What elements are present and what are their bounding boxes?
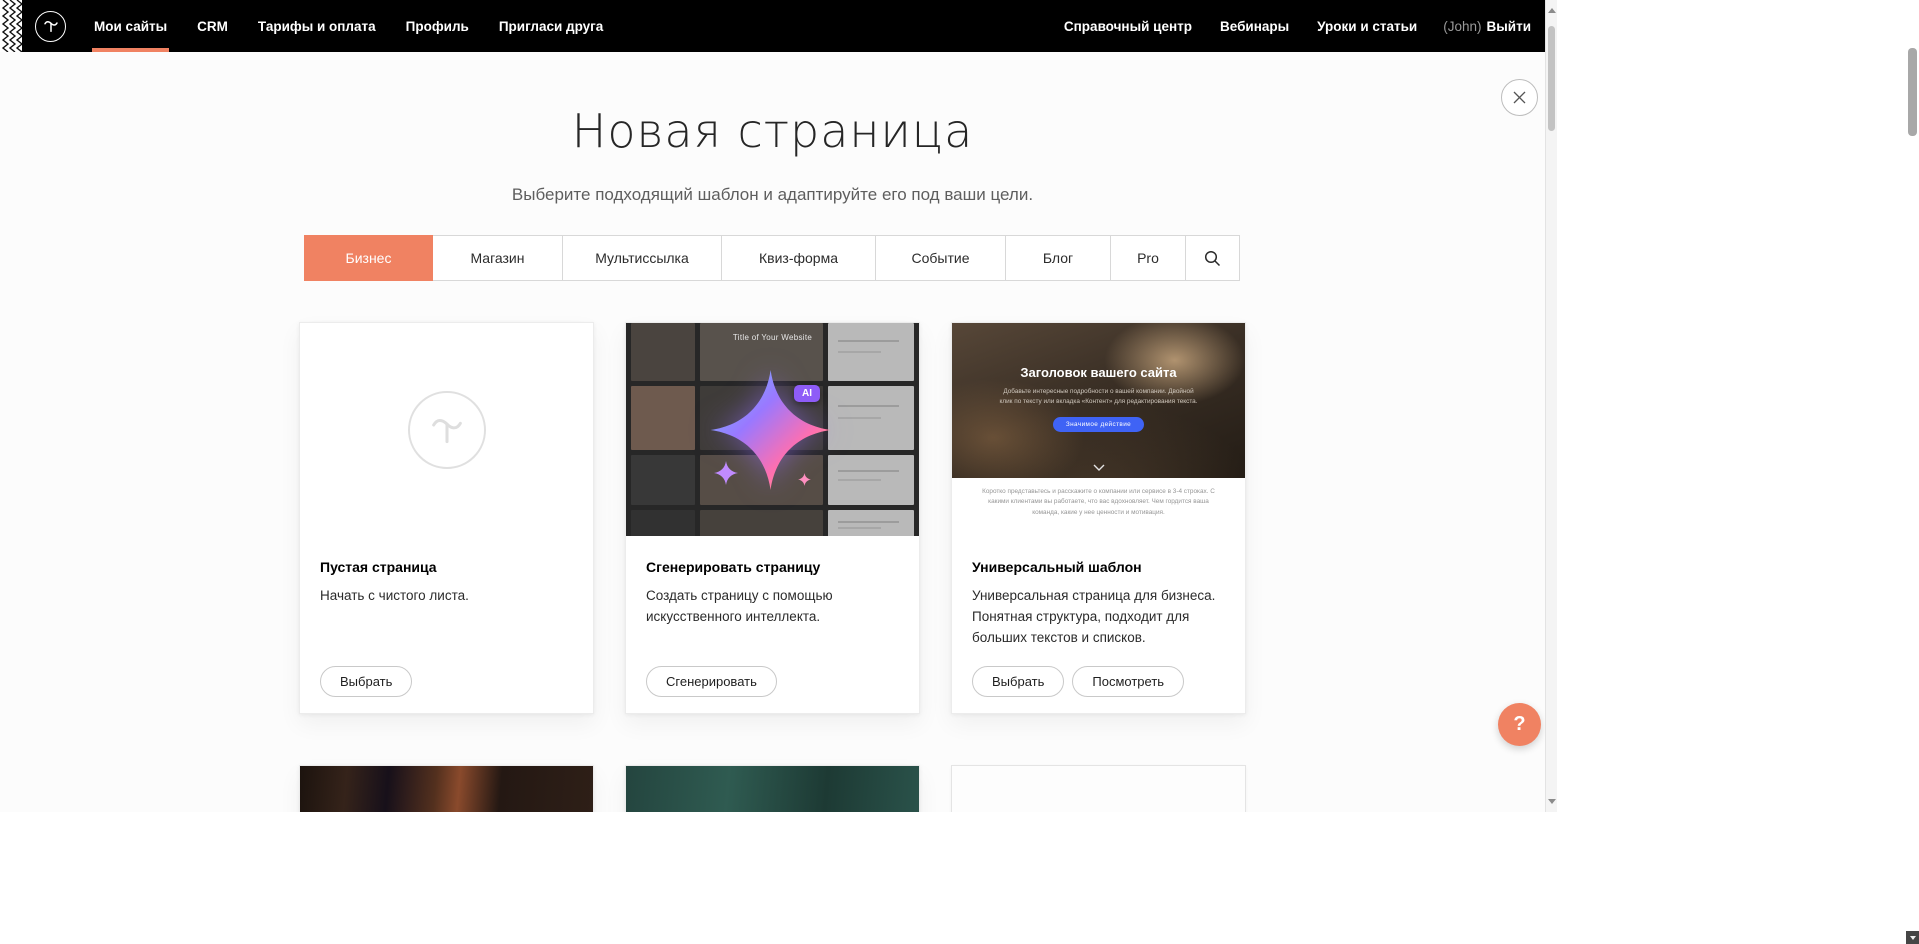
template-card-partial[interactable] xyxy=(625,765,920,812)
outer-scroll-down-arrow[interactable] xyxy=(1906,931,1919,944)
ai-preview: Title of Your Website AI xyxy=(626,323,919,536)
tilda-logo[interactable] xyxy=(35,11,66,42)
choose-button[interactable]: Выбрать xyxy=(320,666,412,697)
template-hero: Заголовок вашего сайта Добавьте интересн… xyxy=(952,323,1245,478)
template-card-partial[interactable] xyxy=(299,765,594,812)
zigzag-pattern-icon xyxy=(0,0,22,52)
card-title: Универсальный шаблон xyxy=(972,559,1225,575)
close-icon xyxy=(1512,90,1527,105)
tab-multilink[interactable]: Мультиссылка xyxy=(562,235,722,281)
choose-button[interactable]: Выбрать xyxy=(972,666,1064,697)
nav-label: Профиль xyxy=(406,19,469,34)
main-nav: Мои сайты CRM Тарифы и оплата Профиль Пр… xyxy=(92,0,631,52)
card-title: Пустая страница xyxy=(320,559,573,575)
template-body-section: Коротко представьтесь и расскажите о ком… xyxy=(952,478,1245,536)
top-nav-bar: Мои сайты CRM Тарифы и оплата Профиль Пр… xyxy=(0,0,1545,52)
tab-pro[interactable]: Pro xyxy=(1110,235,1186,281)
generate-button[interactable]: Сгенерировать xyxy=(646,666,777,697)
browser-viewport: Мои сайты CRM Тарифы и оплата Профиль Пр… xyxy=(0,0,1557,812)
nav-label: Пригласи друга xyxy=(499,19,603,34)
tab-label: Событие xyxy=(912,250,970,266)
template-hero-heading: Заголовок вашего сайта xyxy=(952,323,1245,380)
tab-label: Блог xyxy=(1043,250,1073,266)
nav-label: Уроки и статьи xyxy=(1317,19,1417,34)
scrollbar[interactable] xyxy=(1545,0,1557,812)
scrollbar-thumb[interactable] xyxy=(1548,26,1555,131)
close-button[interactable] xyxy=(1501,79,1538,116)
scroll-down-arrow[interactable] xyxy=(1548,799,1556,804)
preview-button[interactable]: Посмотреть xyxy=(1072,666,1184,697)
tilda-watermark-icon xyxy=(408,391,486,469)
scroll-up-arrow[interactable] xyxy=(1548,8,1556,13)
tab-label: Мультиссылка xyxy=(595,250,689,266)
tab-search[interactable] xyxy=(1185,235,1240,281)
nav-item-help-center[interactable]: Справочный центр xyxy=(1062,0,1194,52)
card-actions: Выбрать Посмотреть xyxy=(972,666,1184,697)
outer-scrollbar[interactable] xyxy=(1906,0,1919,944)
nav-item-profile[interactable]: Профиль xyxy=(404,0,471,52)
user-logout[interactable]: (John) Выйти xyxy=(1443,19,1531,34)
template-preview-image xyxy=(952,766,1245,812)
ai-preview-title: Title of Your Website xyxy=(626,333,919,342)
template-preview-image xyxy=(626,766,919,812)
main-content: Новая страница Выберите подходящий шабло… xyxy=(0,52,1545,812)
template-grid-row1: Пустая страница Начать с чистого листа. … xyxy=(299,322,1246,714)
user-name: (John) xyxy=(1443,19,1481,34)
tab-label: Квиз-форма xyxy=(759,250,838,266)
nav-item-webinars[interactable]: Вебинары xyxy=(1218,0,1291,52)
screenshot-canvas: Мои сайты CRM Тарифы и оплата Профиль Пр… xyxy=(0,0,1919,944)
template-grid-row2 xyxy=(299,765,1246,812)
template-hero-subtext: Добавьте интересные подробности о вашей … xyxy=(996,387,1201,407)
card-body: Универсальный шаблон Универсальная стран… xyxy=(952,536,1245,649)
template-card-universal[interactable]: Заголовок вашего сайта Добавьте интересн… xyxy=(951,322,1246,714)
card-body: Пустая страница Начать с чистого листа. xyxy=(300,536,593,607)
ai-sparkle-tiny-icon xyxy=(798,473,811,486)
logout-label: Выйти xyxy=(1487,19,1532,34)
nav-item-tariffs[interactable]: Тарифы и оплата xyxy=(256,0,378,52)
universal-preview: Заголовок вашего сайта Добавьте интересн… xyxy=(952,323,1245,536)
nav-label: CRM xyxy=(197,19,228,34)
nav-item-lessons[interactable]: Уроки и статьи xyxy=(1315,0,1419,52)
search-icon xyxy=(1204,250,1221,267)
page-title: Новая страница xyxy=(0,104,1545,158)
card-description: Начать с чистого листа. xyxy=(320,586,573,607)
tab-quiz-form[interactable]: Квиз-форма xyxy=(721,235,876,281)
nav-item-invite-friend[interactable]: Пригласи друга xyxy=(497,0,605,52)
template-body-text: Коротко представьтесь и расскажите о ком… xyxy=(980,487,1218,518)
page-subtitle: Выберите подходящий шаблон и адаптируйте… xyxy=(0,185,1545,205)
secondary-nav: Справочный центр Вебинары Уроки и статьи… xyxy=(1062,0,1531,52)
nav-label: Мои сайты xyxy=(94,19,167,34)
card-body: Сгенерировать страницу Создать страницу … xyxy=(626,536,919,628)
card-description: Создать страницу с помощью искусственног… xyxy=(646,586,899,628)
ai-badge: AI xyxy=(794,385,820,402)
help-button[interactable]: ? xyxy=(1498,703,1541,746)
template-card-ai-generate[interactable]: Title of Your Website AI xyxy=(625,322,920,714)
nav-label: Справочный центр xyxy=(1064,19,1192,34)
chevron-down-icon xyxy=(1093,464,1105,471)
nav-item-my-sites[interactable]: Мои сайты xyxy=(92,0,169,52)
template-hero-cta: Значимое действие xyxy=(1053,417,1144,432)
card-actions: Выбрать xyxy=(320,666,412,697)
nav-label: Вебинары xyxy=(1220,19,1289,34)
nav-label: Тарифы и оплата xyxy=(258,19,376,34)
blank-preview xyxy=(300,323,593,536)
tab-business[interactable]: Бизнес xyxy=(304,235,433,281)
tab-shop[interactable]: Магазин xyxy=(432,235,563,281)
tab-event[interactable]: Событие xyxy=(875,235,1006,281)
template-preview-image xyxy=(300,766,593,812)
tab-blog[interactable]: Блог xyxy=(1005,235,1111,281)
tab-label: Бизнес xyxy=(346,250,392,266)
template-category-tabs: Бизнес Магазин Мультиссылка Квиз-форма С… xyxy=(0,235,1545,281)
ai-sparkle-small-icon xyxy=(714,461,738,485)
card-description: Универсальная страница для бизнеса. Поня… xyxy=(972,586,1225,649)
nav-item-crm[interactable]: CRM xyxy=(195,0,230,52)
template-card-partial[interactable] xyxy=(951,765,1246,812)
template-card-blank[interactable]: Пустая страница Начать с чистого листа. … xyxy=(299,322,594,714)
card-title: Сгенерировать страницу xyxy=(646,559,899,575)
tab-label: Магазин xyxy=(470,250,524,266)
card-actions: Сгенерировать xyxy=(646,666,777,697)
outer-scrollbar-thumb[interactable] xyxy=(1908,48,1917,136)
tab-label: Pro xyxy=(1137,250,1159,266)
